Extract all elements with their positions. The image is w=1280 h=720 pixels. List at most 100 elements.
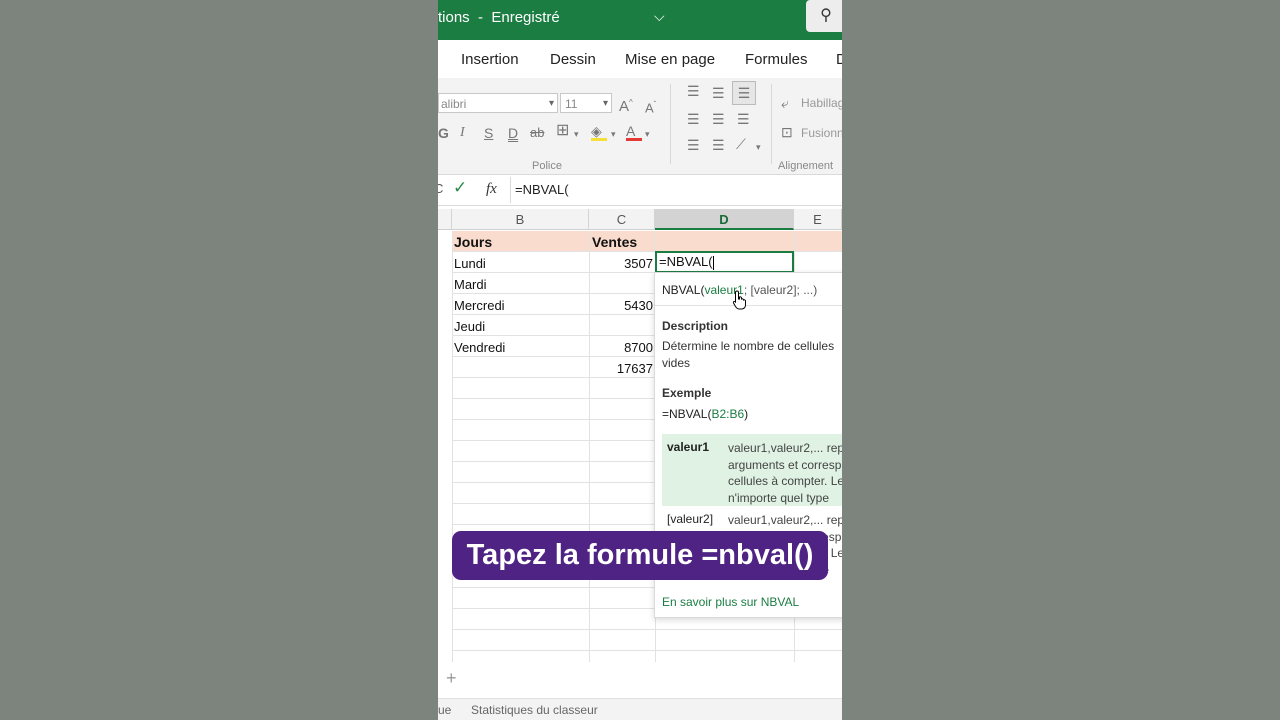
search-icon: ⚲ (820, 7, 832, 24)
cell-day[interactable]: Mercredi (454, 295, 505, 316)
orientation-icon[interactable]: ⟋ (736, 136, 746, 152)
title-bar: tions - Enregistré ⌵ ⚲ (438, 0, 842, 40)
column-header-c[interactable]: C (589, 209, 655, 230)
select-all-corner[interactable] (438, 209, 452, 230)
check-icon[interactable]: ✓ (453, 178, 467, 198)
font-color-label: A (626, 123, 636, 139)
cancel-icon[interactable]: C (438, 181, 443, 196)
group-label-police: Police (532, 160, 562, 172)
font-name-select[interactable]: alibri ▾ (438, 93, 558, 113)
formula-bar-divider (510, 177, 511, 203)
cell-sales[interactable]: 3507 (589, 253, 653, 274)
cell-day[interactable]: Jeudi (454, 316, 485, 337)
decrease-font-label: A (645, 100, 654, 116)
strikethrough-button[interactable]: ab (530, 125, 544, 141)
example-prefix: =NBVAL( (662, 407, 712, 421)
merge-button[interactable]: Fusionn (801, 126, 842, 140)
argument-description: valeur1,valeur2,... rep arguments et cor… (728, 441, 842, 505)
video-caption: Tapez la formule =nbval() (452, 531, 828, 580)
align-middle-icon[interactable]: ☰ (712, 85, 725, 101)
column-header-d[interactable]: D (655, 209, 794, 230)
ribbon-separator (771, 84, 772, 164)
tab-insertion[interactable]: Insertion (461, 51, 519, 68)
workbook-statistics-button[interactable]: Statistiques du classeur (471, 703, 598, 717)
tab-formules[interactable]: Formules (745, 51, 808, 68)
align-top-icon[interactable]: ☰ (687, 83, 700, 99)
active-cell-value: =NBVAL( (659, 254, 713, 269)
status-bar: ue Statistiques du classeur (438, 698, 842, 720)
chevron-down-icon: ▾ (548, 98, 554, 109)
table-header-row (452, 231, 842, 251)
hand-cursor-icon (732, 290, 746, 310)
cell-total[interactable]: 17637 (589, 358, 653, 379)
chevron-down-icon[interactable]: ▾ (756, 139, 761, 155)
ribbon-tabs: Insertion Dessin Mise en page Formules D (438, 40, 842, 78)
chevron-down-icon[interactable]: ▾ (574, 126, 579, 142)
title-separator: - (478, 9, 484, 26)
font-color-button[interactable]: A (626, 123, 642, 141)
cell-sales[interactable]: 5430 (589, 295, 653, 316)
tab-dessin[interactable]: Dessin (550, 51, 596, 68)
argument-name: valeur1 (667, 440, 710, 454)
gridline (452, 629, 842, 630)
active-cell-editor[interactable]: =NBVAL( (655, 251, 794, 273)
gridline (452, 650, 842, 651)
cell-day[interactable]: Mardi (454, 274, 487, 295)
excel-window: tions - Enregistré ⌵ ⚲ Insertion Dessin … (438, 0, 842, 720)
status-fragment: ue (438, 703, 452, 717)
italic-button[interactable]: I (460, 125, 465, 141)
learn-more-link[interactable]: En savoir plus sur NBVAL (662, 595, 799, 609)
example-heading: Exemple (662, 386, 712, 400)
column-header-e[interactable]: E (794, 209, 842, 230)
borders-icon[interactable]: ⊞ (556, 123, 569, 139)
font-size-select[interactable]: 11 ▾ (560, 93, 612, 113)
cell-day[interactable]: Lundi (454, 253, 486, 274)
chevron-down-icon: ▾ (602, 98, 608, 109)
tooltip-divider (655, 305, 842, 306)
cell-sales[interactable]: 8700 (589, 337, 653, 358)
title-fragment: tions (438, 9, 470, 26)
column-header-b[interactable]: B (452, 209, 589, 230)
tab-donnees[interactable]: D (836, 51, 842, 68)
align-center-icon[interactable]: ☰ (712, 111, 725, 127)
header-jours[interactable]: Jours (454, 232, 492, 253)
ribbon-separator (670, 84, 671, 164)
tab-mise-en-page[interactable]: Mise en page (625, 51, 715, 68)
align-left-icon[interactable]: ☰ (687, 111, 700, 127)
increase-font-label: A (619, 98, 630, 115)
header-ventes[interactable]: Ventes (592, 232, 637, 253)
align-bottom-icon[interactable]: ☰ (732, 81, 756, 105)
formula-input[interactable]: =NBVAL( (515, 182, 569, 197)
font-name-value: alibri (441, 97, 467, 111)
double-underline-button[interactable]: D (508, 125, 518, 141)
increase-font-icon[interactable]: A^ (619, 95, 633, 115)
argument-name: [valeur2] (667, 512, 714, 526)
chevron-down-icon[interactable]: ▾ (645, 126, 650, 142)
fill-color-icon[interactable]: ◈ (591, 123, 607, 141)
formula-bar: C ✓ fx =NBVAL( (438, 175, 842, 206)
decrease-font-icon[interactable]: Aˇ (645, 97, 656, 116)
search-button[interactable]: ⚲ (806, 0, 842, 32)
cell-day[interactable]: Vendredi (454, 337, 505, 358)
document-title[interactable]: tions - Enregistré (438, 9, 560, 26)
merge-icon: ⊡ (781, 124, 793, 140)
chevron-down-icon[interactable]: ⌵ (654, 8, 665, 25)
wrap-text-button[interactable]: Habillag (801, 96, 842, 110)
gridline (452, 231, 453, 662)
example-formula: =NBVAL(B2:B6) (662, 407, 748, 421)
ribbon: alibri ▾ 11 ▾ A^ Aˇ G I S D ab ⊞ ▾ ◈ ▾ A… (438, 78, 842, 175)
add-sheet-button[interactable]: + (446, 668, 457, 689)
signature-function: NBVAL( (662, 283, 705, 297)
decrease-indent-icon[interactable]: ☰ (687, 137, 700, 153)
argument-row-valeur1: valeur1 valeur1,valeur2,... rep argument… (662, 434, 842, 506)
save-status: Enregistré (491, 9, 560, 26)
align-right-icon[interactable]: ☰ (737, 111, 750, 127)
wrap-text-icon: ⤶ (781, 95, 789, 111)
insert-function-icon[interactable]: fx (486, 181, 497, 198)
chevron-down-icon[interactable]: ▾ (611, 126, 616, 142)
group-label-alignment: Alignement (778, 160, 834, 172)
underline-button[interactable]: S (484, 125, 493, 141)
bold-button[interactable]: G (438, 125, 449, 141)
example-suffix: ) (744, 407, 749, 421)
increase-indent-icon[interactable]: ☰ (712, 137, 725, 153)
